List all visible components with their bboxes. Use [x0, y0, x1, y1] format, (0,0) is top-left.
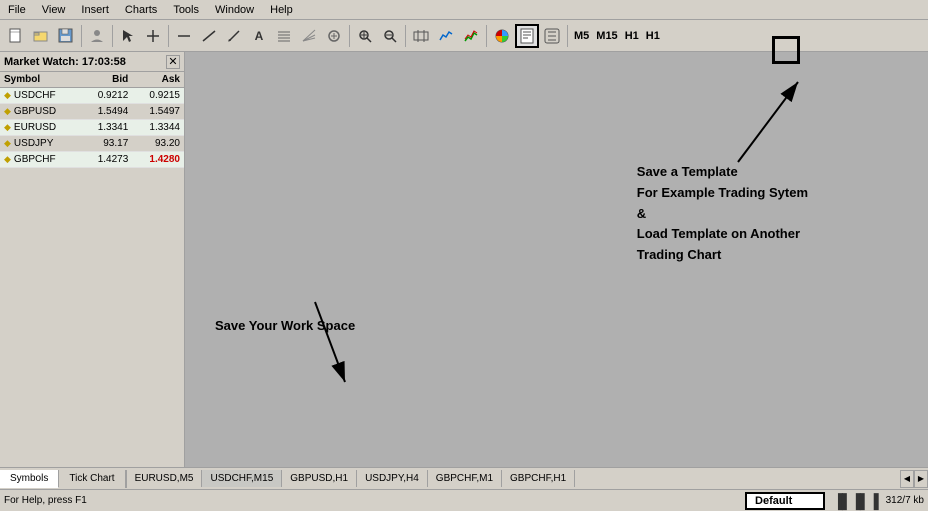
- market-watch-header: Market Watch: 17:03:58 ✕: [0, 52, 184, 72]
- statusbar: For Help, press F1 Default ▐▌▐▌▐ 312/7 k…: [0, 489, 928, 511]
- symbol-cell: ◆GBPCHF: [0, 152, 81, 168]
- template-annotation-line3: &: [637, 204, 808, 225]
- workspace-label: Default: [745, 492, 825, 510]
- help-text: For Help, press F1: [4, 495, 737, 506]
- tab-symbols[interactable]: Symbols: [0, 470, 59, 488]
- menu-insert[interactable]: Insert: [73, 2, 117, 18]
- col-bid: Bid: [81, 72, 133, 88]
- menubar: File View Insert Charts Tools Window Hel…: [0, 0, 928, 20]
- table-row: ◆GBPCHF 1.4273 1.4280: [0, 152, 184, 168]
- market-watch-title: Market Watch: 17:03:58: [4, 56, 126, 68]
- left-tabs: Symbols Tick Chart: [0, 470, 127, 488]
- menu-file[interactable]: File: [0, 2, 34, 18]
- diamond-icon: ◆: [4, 106, 11, 117]
- trendline-button[interactable]: [197, 24, 221, 48]
- m15-label[interactable]: M15: [593, 30, 620, 42]
- fibonacci-button[interactable]: [272, 24, 296, 48]
- market-table: Symbol Bid Ask ◆USDCHF 0.9212 0.9215 ◆GB…: [0, 72, 184, 168]
- chart-tabs: EURUSD,M5 USDCHF,M15 GBPUSD,H1 USDJPY,H4…: [127, 470, 900, 487]
- bid-cell: 0.9212: [81, 88, 133, 104]
- indicators-button[interactable]: [434, 24, 458, 48]
- diamond-icon: ◆: [4, 122, 11, 133]
- ask-cell: 93.20: [132, 136, 184, 152]
- tools-extra-button[interactable]: [322, 24, 346, 48]
- workspace-arrow: [235, 292, 395, 412]
- bid-cell: 1.5494: [81, 104, 133, 120]
- m5-label[interactable]: M5: [571, 30, 592, 42]
- hline-button[interactable]: [172, 24, 196, 48]
- cursor-button[interactable]: [116, 24, 140, 48]
- chart-tab-gbpusd-h1[interactable]: GBPUSD,H1: [282, 470, 357, 487]
- template-button[interactable]: [515, 24, 539, 48]
- zoom-in-button[interactable]: [353, 24, 377, 48]
- draw-button[interactable]: [222, 24, 246, 48]
- symbol-cell: ◆GBPUSD: [0, 104, 81, 120]
- chart-tab-usdjpy-h4[interactable]: USDJPY,H4: [357, 470, 428, 487]
- chart-area: Save a Template For Example Trading Syte…: [185, 52, 928, 467]
- chart-tab-usdchf-m15[interactable]: USDCHF,M15: [202, 470, 282, 487]
- bottom-tabs-container: Symbols Tick Chart EURUSD,M5 USDCHF,M15 …: [0, 467, 928, 489]
- bid-cell: 93.17: [81, 136, 133, 152]
- profiles-button[interactable]: [85, 24, 109, 48]
- template-annotation: Save a Template For Example Trading Syte…: [637, 162, 808, 266]
- scroll-left-button[interactable]: ◀: [900, 470, 914, 488]
- main-layout: Market Watch: 17:03:58 ✕ Symbol Bid Ask …: [0, 52, 928, 467]
- menu-view[interactable]: View: [34, 2, 74, 18]
- open-button[interactable]: [29, 24, 53, 48]
- status-right: ▐▌▐▌▐ 312/7 kb: [833, 493, 924, 509]
- menu-window[interactable]: Window: [207, 2, 262, 18]
- template-annotation-line5: Trading Chart: [637, 245, 808, 266]
- template-annotation-line1: Save a Template: [637, 162, 808, 183]
- ask-cell: 0.9215: [132, 88, 184, 104]
- diamond-icon: ◆: [4, 154, 11, 165]
- table-row: ◆USDJPY 93.17 93.20: [0, 136, 184, 152]
- scroll-right-button[interactable]: ▶: [914, 470, 928, 488]
- chart-tab-gbpchf-m1[interactable]: GBPCHF,M1: [428, 470, 502, 487]
- symbol-cell: ◆EURUSD: [0, 120, 81, 136]
- status-size: 312/7 kb: [886, 495, 924, 506]
- menu-charts[interactable]: Charts: [117, 2, 165, 18]
- h1-label[interactable]: H1: [622, 30, 642, 42]
- color-theme-button[interactable]: [490, 24, 514, 48]
- zoom-out-button[interactable]: [378, 24, 402, 48]
- save-button[interactable]: [54, 24, 78, 48]
- col-ask: Ask: [132, 72, 184, 88]
- ask-cell: 1.3344: [132, 120, 184, 136]
- tab-tick-chart[interactable]: Tick Chart: [59, 470, 125, 488]
- market-watch-panel: Market Watch: 17:03:58 ✕ Symbol Bid Ask …: [0, 52, 185, 467]
- new-chart-button[interactable]: [4, 24, 28, 48]
- table-row: ◆GBPUSD 1.5494 1.5497: [0, 104, 184, 120]
- chart-up-button[interactable]: [459, 24, 483, 48]
- market-watch-close[interactable]: ✕: [166, 55, 180, 69]
- menu-tools[interactable]: Tools: [165, 2, 207, 18]
- chart-scroll-button[interactable]: [409, 24, 433, 48]
- ask-cell: 1.4280: [132, 152, 184, 168]
- properties-button[interactable]: [540, 24, 564, 48]
- menu-help[interactable]: Help: [262, 2, 301, 18]
- template-annotation-line2: For Example Trading Sytem: [637, 183, 808, 204]
- h1b-label[interactable]: H1: [643, 30, 663, 42]
- ask-cell: 1.5497: [132, 104, 184, 120]
- status-bars-icon: ▐▌▐▌▐: [833, 493, 878, 509]
- workspace-annotation-text: Save Your Work Space: [215, 316, 355, 337]
- workspace-annotation: Save Your Work Space: [215, 316, 355, 337]
- bid-cell: 1.3341: [81, 120, 133, 136]
- gann-button[interactable]: [297, 24, 321, 48]
- chart-tab-scroll: ◀ ▶: [900, 470, 928, 488]
- symbol-cell: ◆USDJPY: [0, 136, 81, 152]
- template-annotation-line4: Load Template on Another: [637, 224, 808, 245]
- diamond-icon: ◆: [4, 138, 11, 149]
- bid-cell: 1.4273: [81, 152, 133, 168]
- text-button[interactable]: A: [247, 24, 271, 48]
- chart-tab-eurusd-m5[interactable]: EURUSD,M5: [127, 470, 203, 487]
- col-symbol: Symbol: [0, 72, 81, 88]
- table-row: ◆USDCHF 0.9212 0.9215: [0, 88, 184, 104]
- symbol-cell: ◆USDCHF: [0, 88, 81, 104]
- diamond-icon: ◆: [4, 90, 11, 101]
- chart-tab-gbpchf-h1[interactable]: GBPCHF,H1: [502, 470, 575, 487]
- crosshair-button[interactable]: [141, 24, 165, 48]
- template-highlight-box: [772, 52, 800, 64]
- table-row: ◆EURUSD 1.3341 1.3344: [0, 120, 184, 136]
